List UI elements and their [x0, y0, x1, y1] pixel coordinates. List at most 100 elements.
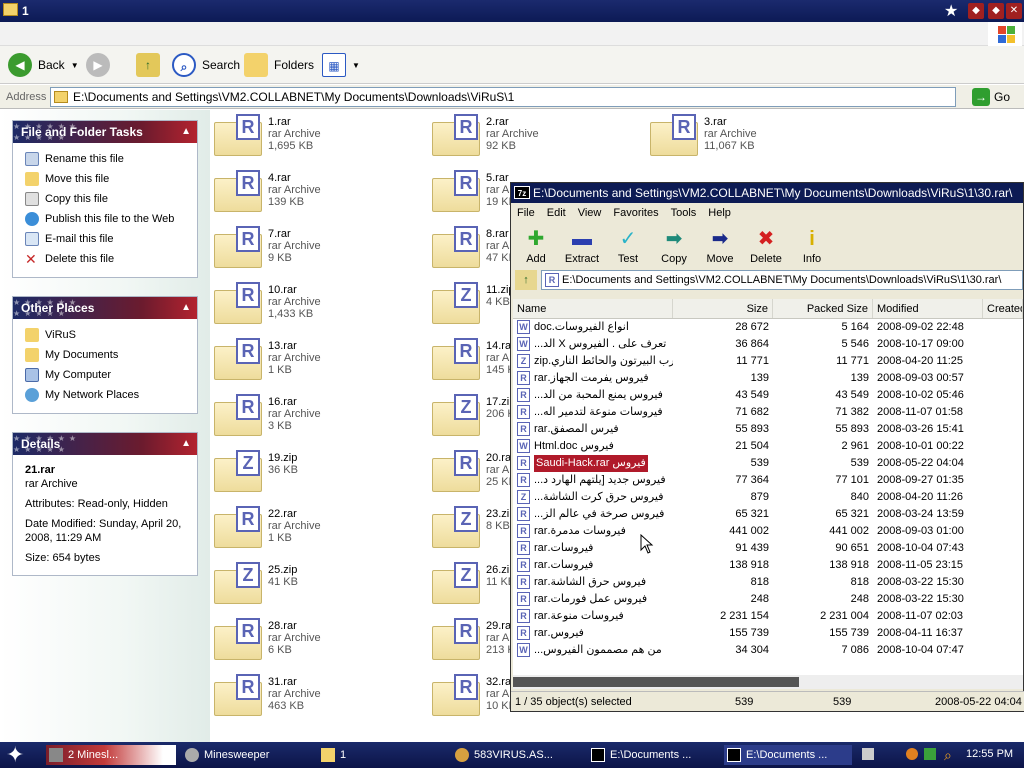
archive-row[interactable]: R فيروسات.rar 138 918 138 918 2008-11-05 23:… [513, 557, 1023, 574]
publish-web-link[interactable]: Publish this file to the Web [13, 209, 197, 229]
horizontal-scrollbar[interactable] [513, 675, 1023, 689]
archive-row[interactable]: R فيروس عمل فورمات.rar 248 248 2008-03-22 15… [513, 591, 1023, 608]
taskbar-item-583virus[interactable]: 583VIRUS.AS... [452, 745, 582, 765]
archive-row[interactable]: R فيروسات منوعة.rar 2 231 154 2 231 004 2008… [513, 608, 1023, 625]
archive-row[interactable]: R فيروس Saudi-Hack.rar 539 539 2008-05-22 04… [513, 455, 1023, 472]
column-packed-size[interactable]: Packed Size [773, 299, 873, 318]
file-item[interactable]: R 31.rar rar Archive 463 KB [214, 672, 424, 722]
up-folder-button[interactable]: ↑ [515, 270, 537, 290]
column-created[interactable]: Created [983, 299, 1023, 318]
keyboard-tray-icon[interactable] [862, 748, 874, 760]
tray-icon-1[interactable] [906, 748, 918, 760]
taskbar-item-explorer[interactable]: 1 [318, 745, 446, 765]
test-button[interactable]: ✓ Test [607, 227, 649, 265]
archive-row[interactable]: W من هم مصممون الفيروس... 34 304 7 086 2008-… [513, 642, 1023, 659]
file-type: rar Archive [268, 520, 321, 532]
menu-edit[interactable]: Edit [547, 207, 566, 219]
go-button[interactable]: → Go [972, 88, 1010, 106]
taskbar-item-minesweeper[interactable]: Minesweeper [182, 745, 310, 765]
up-folder-button[interactable]: ↑ [136, 52, 166, 78]
address-input[interactable]: E:\Documents and Settings\VM2.COLLABNET\… [50, 87, 956, 107]
taskbar-item-7zip-2[interactable]: E:\Documents ... [724, 745, 852, 765]
copy-button[interactable]: ➡ Copy [653, 227, 695, 265]
taskbar-item-7zip-1[interactable]: E:\Documents ... [588, 745, 716, 765]
menu-favorites[interactable]: Favorites [613, 207, 658, 219]
menu-tools[interactable]: Tools [671, 207, 697, 219]
archive-row[interactable]: W انواع الفيروسات.doc 28 672 5 164 2008-09-0… [513, 319, 1023, 336]
archive-row[interactable]: R فيروس.rar 155 739 155 739 2008-04-11 16:37 [513, 625, 1023, 642]
archive-row[interactable]: Z رب البيرتون والحائط الناري.zip 11 771 11 … [513, 353, 1023, 370]
archive-row[interactable]: R فيرس المصفق.rar 55 893 55 893 2008-03-26 1… [513, 421, 1023, 438]
column-name[interactable]: Name [513, 299, 673, 318]
collapse-icon[interactable]: ▲ [181, 297, 191, 319]
archive-row[interactable]: W تعرف على . الفيروس X الد... 36 864 5 546 2… [513, 336, 1023, 353]
file-item[interactable]: R 13.rar rar Archive 1 KB [214, 336, 424, 386]
views-button[interactable]: ▦ ▼ [322, 52, 360, 78]
file-item[interactable]: R 22.rar rar Archive 1 KB [214, 504, 424, 554]
start-button[interactable]: ✦ [6, 742, 24, 768]
menu-help[interactable]: Help [708, 207, 731, 219]
column-modified[interactable]: Modified [873, 299, 983, 318]
file-item[interactable]: Z 19.zip 36 KB [214, 448, 424, 498]
place-my-network[interactable]: My Network Places [13, 385, 197, 405]
maximize-button[interactable]: ◆ [988, 3, 1004, 19]
place-my-computer[interactable]: My Computer [13, 365, 197, 385]
7zip-path-input[interactable]: R E:\Documents and Settings\VM2.COLLABNE… [541, 270, 1023, 290]
archive-row[interactable]: R فيروس جديد [يلتهم الهارد د... 77 364 77 1… [513, 472, 1023, 489]
archive-row[interactable]: R فيروس يمنع المحبة من الد... 43 549 43 549… [513, 387, 1023, 404]
file-item[interactable]: Z 25.zip 41 KB [214, 560, 424, 610]
file-item[interactable]: R 16.rar rar Archive 3 KB [214, 392, 424, 442]
info-button[interactable]: i Info [791, 227, 833, 265]
close-button[interactable]: ✕ [1006, 3, 1022, 19]
archive-row[interactable]: R فيروس صرخة في عالم الز... 65 321 65 321 20… [513, 506, 1023, 523]
column-size[interactable]: Size [673, 299, 773, 318]
add-button[interactable]: ✚ Add [515, 227, 557, 265]
move-file-link[interactable]: Move this file [13, 169, 197, 189]
archive-row[interactable]: Z فيروس حرق كرت الشاشة... 879 840 2008-04-20… [513, 489, 1023, 506]
explorer-title-bar[interactable]: 1 ★ ◆ ◆ ✕ [0, 0, 1024, 22]
menu-file[interactable]: File [517, 207, 535, 219]
copy-icon [25, 192, 39, 206]
rename-file-link[interactable]: Rename this file [13, 149, 197, 169]
collapse-icon[interactable]: ▲ [181, 433, 191, 455]
rar-archive-icon: R [214, 282, 262, 326]
email-file-link[interactable]: E-mail this file [13, 229, 197, 249]
panel-header[interactable]: ★★★★★★ ★★★★★ Details ▲ [13, 433, 197, 455]
collapse-icon[interactable]: ▲ [181, 121, 191, 143]
menu-view[interactable]: View [578, 207, 602, 219]
folders-button[interactable]: Folders [244, 52, 314, 78]
search-button[interactable]: ⌕ Search [172, 52, 240, 78]
file-item[interactable]: R 10.rar rar Archive 1,433 KB [214, 280, 424, 330]
archive-row[interactable]: R فيروس حرق الشاشة.rar 818 818 2008-03-22 15… [513, 574, 1023, 591]
back-button[interactable]: ◀ Back ▼ [8, 52, 79, 78]
archive-row[interactable]: W فيروس Html.doc 21 504 2 961 2008-10-01 00:… [513, 438, 1023, 455]
taskbar-item-minesl[interactable]: 2 Minesl... [46, 745, 176, 765]
delete-button[interactable]: ✖ Delete [745, 227, 787, 265]
place-virus[interactable]: ViRuS [13, 325, 197, 345]
delete-file-link[interactable]: ✕ Delete this file [13, 249, 197, 269]
extract-button[interactable]: ▬ Extract [561, 227, 603, 265]
file-item[interactable]: R 3.rar rar Archive 11,067 KB [650, 112, 860, 162]
scrollbar-thumb[interactable] [513, 677, 799, 687]
rar-archive-icon: R [214, 394, 262, 438]
file-item[interactable]: R 1.rar rar Archive 1,695 KB [214, 112, 424, 162]
tray-icon-2[interactable] [924, 748, 936, 760]
archive-row[interactable]: R فيروسات مدمرة.rar 441 002 441 002 2008-09-… [513, 523, 1023, 540]
archive-row[interactable]: R فيروسات منوعة لتدمير اله... 71 682 71 382… [513, 404, 1023, 421]
archive-row[interactable]: R فيروسات.rar 91 439 90 651 2008-10-04 07:43 [513, 540, 1023, 557]
panel-header[interactable]: ★★★★★★ ★★★★★ File and Folder Tasks ▲ [13, 121, 197, 143]
task-pane: ★★★★★★ ★★★★★ File and Folder Tasks ▲ Rena… [0, 110, 210, 742]
place-my-documents[interactable]: My Documents [13, 345, 197, 365]
forward-button[interactable]: ▶ [86, 52, 116, 78]
file-item[interactable]: R 4.rar rar Archive 139 KB [214, 168, 424, 218]
move-button[interactable]: ➡ Move [699, 227, 741, 265]
file-item[interactable]: R 28.rar rar Archive 6 KB [214, 616, 424, 666]
search-tray-icon[interactable]: ⌕ [944, 747, 952, 764]
copy-file-link[interactable]: Copy this file [13, 189, 197, 209]
panel-header[interactable]: ★★★★★★ ★★★★★ Other Places ▲ [13, 297, 197, 319]
file-item[interactable]: R 2.rar rar Archive 92 KB [432, 112, 642, 162]
archive-row[interactable]: R فيروس يفرمت الجهاز.rar 139 139 2008-09-03 … [513, 370, 1023, 387]
minimize-button[interactable]: ◆ [968, 3, 984, 19]
7zip-title-bar[interactable]: 7z E:\Documents and Settings\VM2.COLLABN… [511, 183, 1023, 203]
file-item[interactable]: R 7.rar rar Archive 9 KB [214, 224, 424, 274]
